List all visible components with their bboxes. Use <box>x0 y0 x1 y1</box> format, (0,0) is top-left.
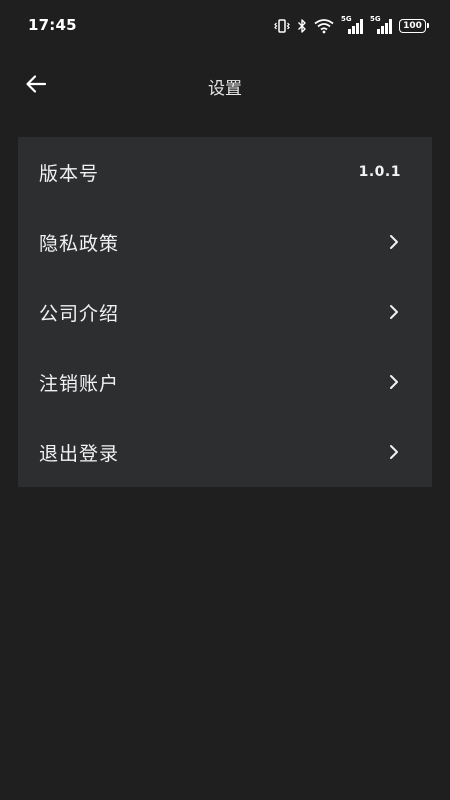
settings-item-version[interactable]: 版本号 1.0.1 <box>18 137 432 207</box>
chevron-right-icon <box>388 304 400 320</box>
chevron-right-icon <box>388 374 400 390</box>
settings-item-company-intro[interactable]: 公司介绍 <box>18 277 432 347</box>
status-bar: 17:45 5G 5G 100 <box>0 0 450 52</box>
settings-screen: 17:45 5G 5G 100 设置 版本号 1.0.1 隐私政策 公司介绍 注… <box>0 0 450 800</box>
settings-item-label: 注销账户 <box>39 372 120 395</box>
chevron-right-icon <box>388 234 400 250</box>
settings-item-label: 退出登录 <box>39 442 120 465</box>
battery-level: 100 <box>403 20 422 31</box>
signal-5g-icon: 5G <box>341 15 363 35</box>
wifi-icon <box>314 18 334 34</box>
signal-5g-icon: 5G <box>370 15 392 35</box>
page-title: 设置 <box>208 79 242 99</box>
settings-item-label: 隐私政策 <box>39 232 120 255</box>
settings-item-label: 版本号 <box>39 162 100 185</box>
vibrate-icon <box>274 18 290 34</box>
settings-item-delete-account[interactable]: 注销账户 <box>18 347 432 417</box>
settings-item-privacy-policy[interactable]: 隐私政策 <box>18 207 432 277</box>
status-icons: 5G 5G 100 <box>274 15 429 37</box>
version-value: 1.0.1 <box>358 164 401 180</box>
settings-item-label: 公司介绍 <box>39 302 120 325</box>
battery-icon: 100 <box>399 19 429 33</box>
status-time: 17:45 <box>28 16 77 34</box>
settings-item-logout[interactable]: 退出登录 <box>18 417 432 487</box>
app-header: 设置 <box>0 60 450 110</box>
settings-list: 版本号 1.0.1 隐私政策 公司介绍 注销账户 退出登录 <box>18 137 432 487</box>
bluetooth-icon <box>297 18 307 34</box>
chevron-right-icon <box>388 444 400 460</box>
